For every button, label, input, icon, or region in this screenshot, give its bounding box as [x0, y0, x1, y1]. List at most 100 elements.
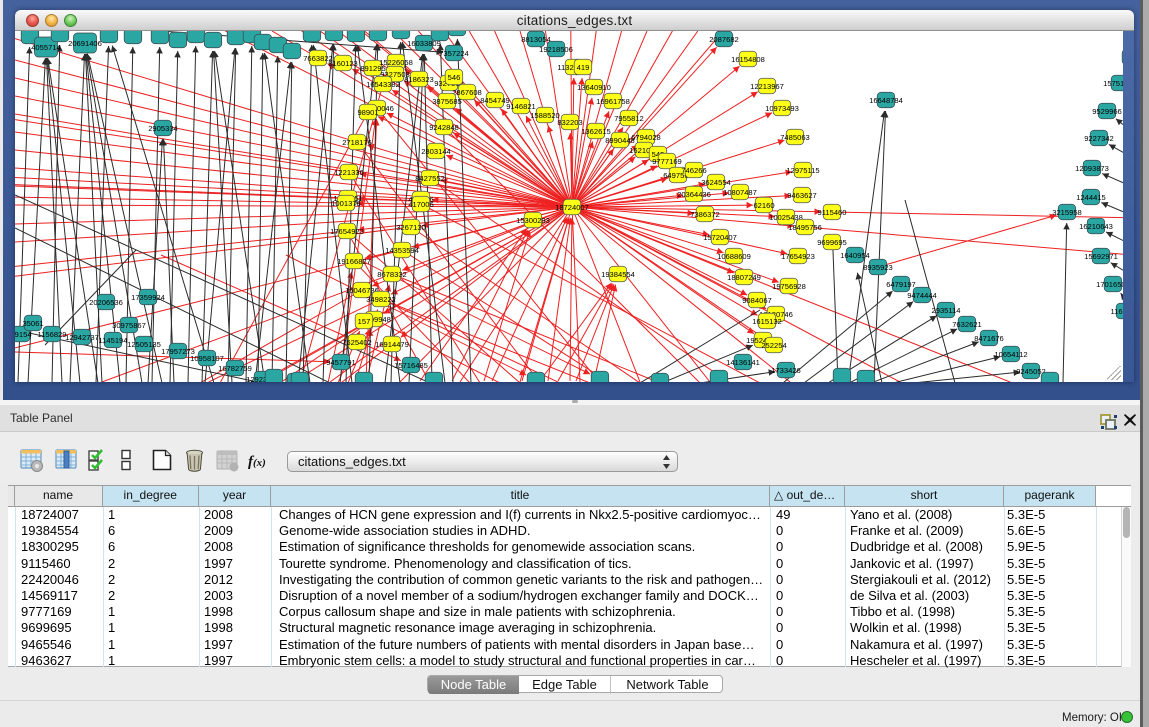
svg-text:1221336: 1221336	[334, 168, 364, 177]
svg-text:6794028: 6794028	[631, 133, 661, 142]
svg-text:7357224: 7357224	[439, 49, 469, 58]
svg-text:417006: 417006	[408, 200, 433, 209]
svg-text:832203: 832203	[557, 118, 582, 127]
svg-text:3498222: 3498222	[366, 295, 396, 304]
svg-text:9146821: 9146821	[506, 102, 536, 111]
svg-text:12505135: 12505135	[127, 340, 161, 349]
svg-text:1145194: 1145194	[99, 336, 128, 345]
svg-text:3624554: 3624554	[701, 178, 731, 187]
svg-text:8935923: 8935923	[863, 263, 893, 272]
svg-text:8160123: 8160123	[328, 59, 358, 68]
svg-text:1362615: 1362615	[581, 127, 611, 136]
svg-text:16961758: 16961758	[596, 97, 630, 106]
svg-text:98901: 98901	[357, 108, 378, 117]
svg-text:9474444: 9474444	[907, 291, 937, 300]
svg-text:8427552: 8427552	[415, 174, 445, 183]
svg-text:3215958: 3215958	[1052, 208, 1082, 217]
svg-text:7632621: 7632621	[952, 320, 982, 329]
svg-text:7955812: 7955812	[614, 114, 644, 123]
svg-text:12975115: 12975115	[786, 166, 819, 175]
svg-text:10958107: 10958107	[190, 354, 224, 363]
svg-text:1640954: 1640954	[840, 251, 870, 260]
svg-text:9777169: 9777169	[652, 157, 682, 166]
svg-text:19384554: 19384554	[601, 270, 635, 279]
svg-text:19218506: 19218506	[539, 45, 573, 54]
svg-text:2905334: 2905334	[148, 124, 178, 133]
svg-text:2803144: 2803144	[421, 147, 451, 156]
svg-text:14353594: 14353594	[385, 246, 419, 255]
svg-text:546: 546	[448, 73, 461, 82]
svg-text:12213967: 12213967	[750, 82, 784, 91]
svg-text:16543382: 16543382	[366, 80, 400, 89]
svg-text:9529966: 9529966	[1092, 107, 1122, 116]
svg-text:9115460: 9115460	[818, 208, 847, 217]
svg-text:12093873: 12093873	[1075, 164, 1109, 173]
svg-text:15692971: 15692971	[1084, 252, 1118, 261]
svg-text:15716485: 15716485	[394, 361, 428, 370]
svg-text:9242848: 9242848	[429, 123, 459, 132]
svg-text:19166827: 19166827	[337, 257, 371, 266]
svg-text:30975867: 30975867	[112, 321, 146, 330]
svg-text:16154808: 16154808	[731, 55, 765, 64]
svg-text:17654923: 17654923	[781, 252, 815, 261]
svg-text:10654112: 10654112	[994, 350, 1027, 359]
svg-text:1167531: 1167531	[1111, 307, 1124, 316]
svg-text:3267130: 3267130	[396, 223, 426, 232]
svg-text:20206536: 20206536	[89, 298, 123, 307]
svg-text:16914479: 16914479	[375, 340, 409, 349]
svg-text:19756928: 19756928	[772, 282, 806, 291]
svg-text:17654923: 17654923	[330, 227, 364, 236]
svg-text:62160: 62160	[753, 201, 774, 210]
svg-text:18724007: 18724007	[555, 203, 589, 212]
svg-text:1615132: 1615132	[752, 317, 782, 326]
svg-text:7386372: 7386372	[690, 210, 720, 219]
svg-text:9463627: 9463627	[787, 191, 817, 200]
svg-text:17359924: 17359924	[131, 293, 165, 302]
svg-text:2935114: 2935114	[932, 306, 961, 315]
svg-text:16648784: 16648784	[869, 96, 903, 105]
svg-text:20691406: 20691406	[68, 39, 102, 48]
svg-text:2867608: 2867608	[452, 88, 482, 97]
svg-text:8186323: 8186323	[404, 75, 434, 84]
svg-text:8678332: 8678332	[377, 270, 407, 279]
svg-text:16782759: 16782759	[218, 364, 252, 373]
svg-text:2087682: 2087682	[709, 35, 739, 44]
svg-text:15751074: 15751074	[1103, 79, 1123, 88]
svg-text:14136141: 14136141	[726, 358, 760, 367]
svg-text:35061: 35061	[22, 319, 43, 328]
svg-text:10688609: 10688609	[717, 252, 751, 261]
svg-text:252254: 252254	[761, 341, 786, 350]
svg-text:39154: 39154	[15, 330, 32, 339]
svg-text:16210643: 16210643	[1079, 222, 1113, 231]
svg-text:9457791: 9457791	[326, 358, 356, 367]
svg-text:15226058: 15226058	[379, 58, 413, 67]
svg-text:18807249: 18807249	[727, 273, 761, 282]
svg-text:9227342: 9227342	[1084, 134, 1114, 143]
svg-text:7485063: 7485063	[780, 133, 810, 142]
svg-text:1156829: 1156829	[38, 330, 67, 339]
svg-text:157: 157	[358, 317, 371, 326]
svg-text:12942737: 12942737	[65, 333, 99, 342]
svg-text:1001376: 1001376	[331, 199, 361, 208]
svg-text:419: 419	[577, 63, 590, 72]
svg-text:13640910: 13640910	[577, 83, 611, 92]
svg-text:6479197: 6479197	[886, 280, 916, 289]
svg-text:2718176: 2718176	[342, 138, 372, 147]
svg-text:7625402: 7625402	[342, 338, 372, 347]
svg-text:17016504: 17016504	[1096, 280, 1123, 289]
svg-text:9699695: 9699695	[817, 238, 847, 247]
svg-text:15720407: 15720407	[703, 233, 737, 242]
svg-text:3875685: 3875685	[432, 97, 462, 106]
svg-text:20364436: 20364436	[677, 190, 711, 199]
svg-text:8471676: 8471676	[974, 334, 1004, 343]
svg-text:1244415: 1244415	[1076, 193, 1106, 202]
svg-text:f(x): f(x)	[248, 454, 266, 470]
svg-text:15300293: 15300293	[516, 216, 550, 225]
svg-text:10973493: 10973493	[765, 104, 799, 113]
svg-text:4055714: 4055714	[31, 43, 61, 52]
svg-text:18495756: 18495756	[788, 223, 822, 232]
svg-text:8813054: 8813054	[521, 35, 551, 44]
svg-text:1588520: 1588520	[530, 111, 560, 120]
svg-text:1733426: 1733426	[771, 366, 801, 375]
svg-text:9084067: 9084067	[742, 296, 772, 305]
